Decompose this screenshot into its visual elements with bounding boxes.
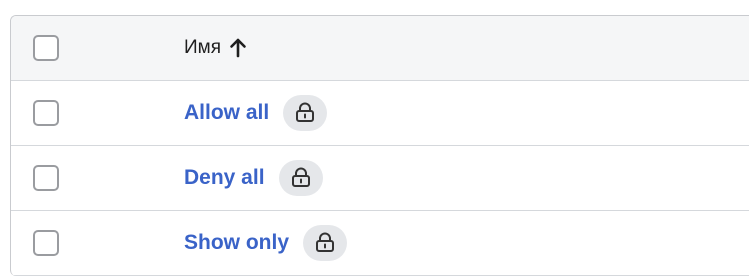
name-cell: Deny all <box>184 146 323 210</box>
name-column-header[interactable]: Имя <box>184 16 247 80</box>
row-checkbox[interactable] <box>33 100 59 126</box>
row-checkbox[interactable] <box>33 230 59 256</box>
role-link[interactable]: Allow all <box>184 101 269 125</box>
table-row: Allow all <box>11 81 749 146</box>
table-row: Show only <box>11 211 749 276</box>
role-link[interactable]: Show only <box>184 231 289 255</box>
name-cell: Show only <box>184 211 347 275</box>
permissions-table: Имя Allow all Deny all Show only <box>10 15 749 276</box>
lock-icon <box>283 95 328 131</box>
lock-icon <box>303 225 347 261</box>
row-checkbox[interactable] <box>33 165 59 191</box>
name-column-label: Имя <box>184 37 222 58</box>
lock-icon <box>278 160 323 196</box>
select-all-checkbox[interactable] <box>33 35 59 61</box>
role-link[interactable]: Deny all <box>184 166 265 190</box>
table-row: Deny all <box>11 146 749 211</box>
arrow-up-icon[interactable] <box>229 38 247 58</box>
name-cell: Allow all <box>184 81 328 145</box>
table-header-row: Имя <box>11 16 749 81</box>
